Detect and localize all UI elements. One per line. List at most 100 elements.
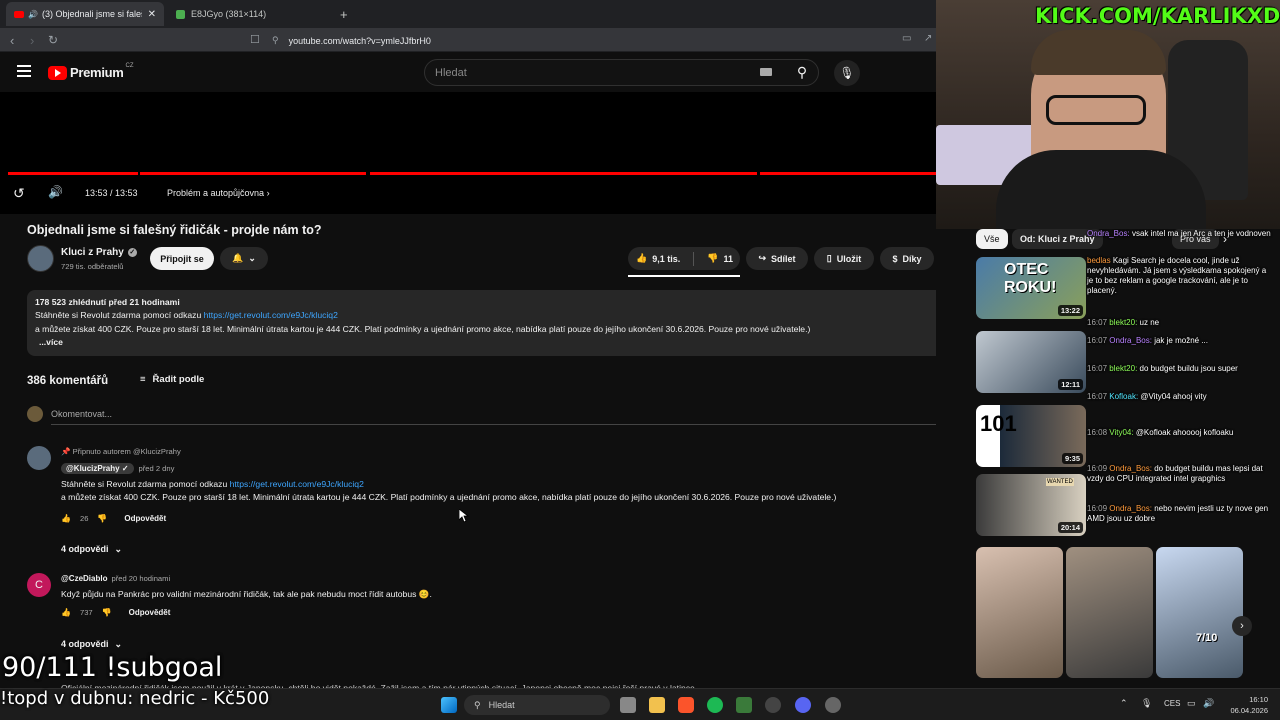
join-button[interactable]: Připojit se bbox=[150, 247, 214, 270]
thumbs-up-icon: 👍 bbox=[636, 253, 648, 263]
tab-youtube[interactable]: 🔊 (3) Objednali jsme si falešný ř ✕ bbox=[6, 2, 164, 26]
channel-avatar[interactable] bbox=[27, 245, 54, 272]
replay-icon[interactable]: ↺ bbox=[13, 185, 25, 202]
url-field[interactable]: ⚲ youtube.com/watch?v=ymleJJfbrH0 bbox=[272, 33, 892, 48]
search-button[interactable]: ⚲ bbox=[785, 60, 819, 85]
search-input[interactable]: Hledat bbox=[424, 59, 819, 86]
chat-time: 16:08 bbox=[1087, 428, 1108, 437]
chapter-progress[interactable] bbox=[8, 172, 138, 175]
mic-tray-icon[interactable]: 🎙 bbox=[1141, 698, 1152, 709]
mic-icon: 🎙 bbox=[839, 66, 855, 80]
close-tab-icon[interactable]: ✕ bbox=[148, 9, 156, 20]
thanks-button[interactable]: $ Díky bbox=[880, 247, 934, 270]
site-info-icon[interactable]: ⚲ bbox=[272, 35, 279, 46]
short-label: 7/10 bbox=[1196, 632, 1218, 644]
clock[interactable]: 16:10 06.04.2026 bbox=[1222, 694, 1268, 716]
youtube-logo[interactable]: Premium CZ bbox=[48, 63, 134, 80]
related-video-thumbnail[interactable]: 101 9:35 bbox=[976, 405, 1086, 467]
related-video-thumbnail[interactable]: 12:11 bbox=[976, 331, 1086, 393]
like-comment-icon[interactable]: 👍 bbox=[61, 514, 71, 523]
comment-input[interactable]: Okomentovat... bbox=[51, 409, 954, 425]
browser-icon[interactable] bbox=[765, 697, 781, 713]
forward-icon[interactable]: › bbox=[30, 33, 34, 48]
taskbar-search[interactable]: ⚲ Hledat bbox=[464, 695, 610, 715]
network-icon[interactable]: ▭ bbox=[1187, 698, 1196, 709]
related-panel: Vše Od: Kluci z Prahy Pro vás › OTEC ROK… bbox=[936, 229, 1280, 691]
taskview-icon[interactable] bbox=[620, 697, 636, 713]
tray-chevron-icon[interactable]: ⌃ bbox=[1120, 698, 1128, 709]
related-video-thumbnail[interactable]: WANTED 20:14 bbox=[976, 474, 1086, 536]
comment-header: @KlucizPrahy ✓ před 2 dny bbox=[61, 463, 174, 474]
chapter-progress[interactable] bbox=[140, 172, 366, 175]
chat-message: 16:07 blekt20: uz ne bbox=[1087, 318, 1272, 328]
language-indicator[interactable]: CES bbox=[1164, 699, 1180, 708]
spotify-icon[interactable] bbox=[707, 697, 723, 713]
start-icon[interactable] bbox=[441, 697, 457, 713]
settings-icon[interactable] bbox=[825, 697, 841, 713]
dislike-comment-icon[interactable]: 👎 bbox=[102, 608, 112, 617]
video-player[interactable]: ↺ 🔊 13:53 / 13:53 Problém a autopůjčovna… bbox=[0, 92, 936, 214]
replies-toggle[interactable]: 4 odpovědi ⌄ bbox=[61, 544, 122, 555]
dislike-comment-icon[interactable]: 👎 bbox=[97, 514, 107, 523]
comment-avatar[interactable]: C bbox=[27, 573, 51, 597]
back-icon[interactable]: ‹ bbox=[10, 33, 14, 48]
volume-tray-icon[interactable]: 🔊 bbox=[1203, 698, 1214, 709]
keyboard-icon[interactable] bbox=[760, 68, 772, 76]
channel-name-text: Kluci z Prahy bbox=[61, 247, 124, 258]
like-button[interactable]: 👍 9,1 tis. bbox=[636, 253, 680, 264]
comment-link[interactable]: https://get.revolut.com/e9Jc/kluciq2 bbox=[230, 479, 364, 489]
dislike-count: 11 bbox=[723, 253, 733, 264]
comment-author-badge[interactable]: @KlucizPrahy ✓ bbox=[61, 463, 134, 474]
description-box[interactable]: 178 523 zhlédnutí před 21 hodinami Stáhn… bbox=[27, 290, 965, 356]
chevron-down-icon: ⌄ bbox=[248, 253, 256, 263]
comment-author[interactable]: @CzeDiablo bbox=[61, 574, 107, 583]
sort-button[interactable]: ≡ Řadit podle bbox=[140, 374, 204, 385]
clock-time: 16:10 bbox=[1249, 695, 1268, 704]
reload-icon[interactable]: ↻ bbox=[48, 33, 58, 47]
mic-button[interactable]: 🎙 bbox=[834, 60, 860, 86]
share-label: Sdílet bbox=[771, 253, 796, 264]
short-thumbnail[interactable] bbox=[976, 547, 1063, 678]
more-link[interactable]: ...více bbox=[35, 336, 957, 349]
discord-icon[interactable] bbox=[795, 697, 811, 713]
avatar-letter: C bbox=[35, 579, 43, 591]
channel-name[interactable]: Kluci z Prahy ✓ bbox=[61, 247, 137, 258]
cast-icon[interactable]: ▭ bbox=[902, 33, 911, 44]
share-icon[interactable]: ↗ bbox=[924, 33, 932, 44]
app-icon[interactable] bbox=[736, 697, 752, 713]
search-placeholder: Hledat bbox=[435, 66, 467, 79]
time-display: 13:53 / 13:53 bbox=[85, 188, 138, 198]
brave-icon[interactable] bbox=[678, 697, 694, 713]
pinned-text: Připnuto autorem @KlucizPrahy bbox=[72, 447, 181, 456]
replies-toggle[interactable]: 4 odpovědi ⌄ bbox=[61, 639, 122, 650]
volume-icon[interactable]: 🔊 bbox=[48, 185, 63, 199]
tab-image[interactable]: E8JGyo (381×114) bbox=[168, 2, 328, 26]
reply-button[interactable]: Odpovědět bbox=[124, 514, 166, 523]
chapter-progress[interactable] bbox=[370, 172, 757, 175]
chat-message: bedlas Kagi Search je docela cool, jinde… bbox=[1087, 256, 1272, 296]
notifications-button[interactable]: 🔔 ⌄ bbox=[220, 247, 268, 270]
related-video-thumbnail[interactable]: OTEC ROKU! 13:22 bbox=[976, 257, 1086, 319]
chip-all[interactable]: Vše bbox=[976, 229, 1008, 249]
comment-avatar[interactable] bbox=[27, 446, 51, 470]
short-thumbnail[interactable] bbox=[1066, 547, 1153, 678]
file-explorer-icon[interactable] bbox=[649, 697, 665, 713]
like-comment-icon[interactable]: 👍 bbox=[61, 608, 71, 617]
reply-button[interactable]: Odpovědět bbox=[129, 608, 171, 617]
chapter-progress[interactable] bbox=[760, 172, 936, 175]
thumbnail-text: OTEC ROKU! bbox=[1004, 261, 1057, 296]
chapter-title[interactable]: Problém a autopůjčovna › bbox=[167, 188, 270, 198]
browser-tabbar: 🔊 (3) Objednali jsme si falešný ř ✕ E8JG… bbox=[0, 0, 936, 28]
comment-actions: 👍 737 👎 Odpovědět bbox=[61, 608, 170, 617]
menu-icon[interactable] bbox=[17, 65, 31, 77]
short-thumbnail[interactable]: 7/10 bbox=[1156, 547, 1243, 678]
shorts-next-button[interactable]: › bbox=[1232, 616, 1252, 636]
share-button[interactable]: ↪ Sdílet bbox=[746, 247, 808, 270]
new-tab-button[interactable]: + bbox=[332, 2, 352, 26]
save-button[interactable]: ▯ Uložit bbox=[814, 247, 874, 270]
description-link[interactable]: https://get.revolut.com/e9Jc/kluciq2 bbox=[204, 310, 338, 320]
dislike-button[interactable]: 👎 11 bbox=[707, 253, 733, 264]
bookmark-icon[interactable]: ☐ bbox=[250, 33, 260, 46]
bell-icon: 🔔 bbox=[232, 253, 244, 263]
search-icon: ⚲ bbox=[796, 64, 808, 80]
